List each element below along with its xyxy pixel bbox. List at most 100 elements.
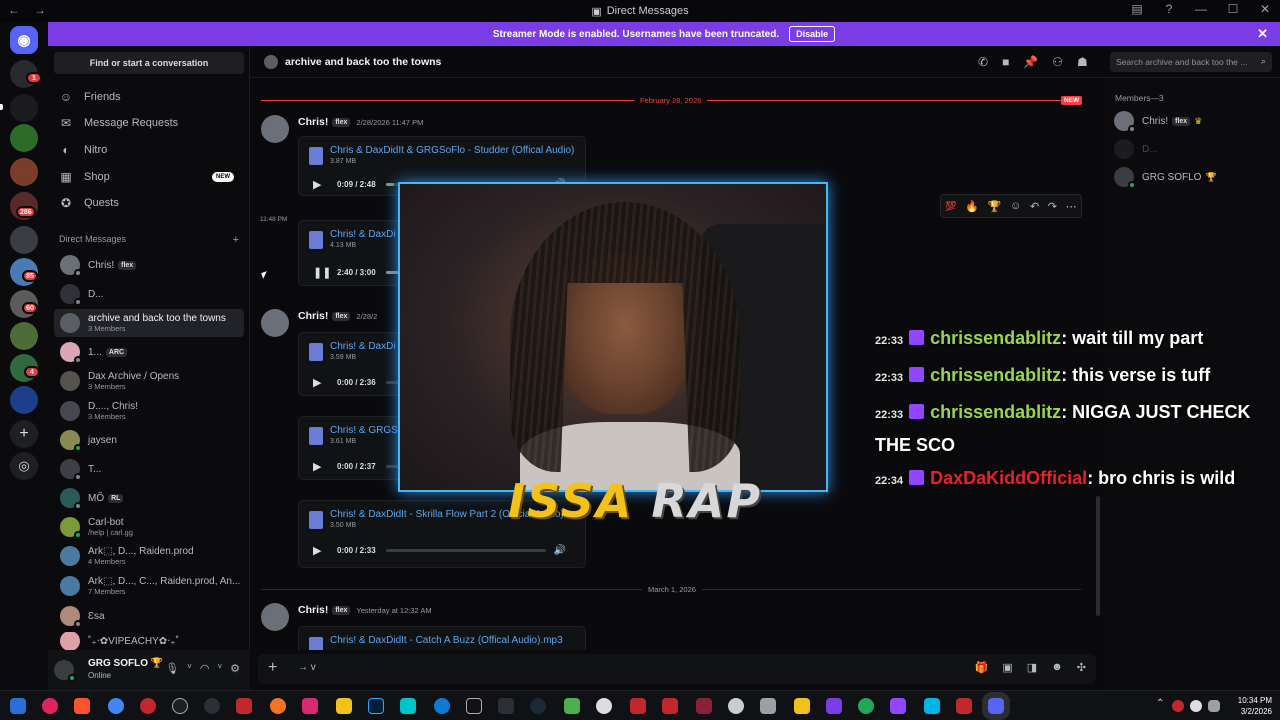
- system-clock[interactable]: 10:34 PM 3/2/2026: [1238, 695, 1272, 717]
- tray-icon[interactable]: [1208, 700, 1220, 712]
- dm-item[interactable]: T...: [54, 456, 244, 482]
- volume-icon[interactable]: 🔊: [554, 545, 566, 556]
- add-reaction-icon[interactable]: ☺: [1010, 200, 1021, 212]
- more-options-icon[interactable]: ⋯: [1066, 200, 1077, 213]
- chatgpt-icon[interactable]: [172, 698, 188, 714]
- edge-icon[interactable]: [434, 698, 450, 714]
- author-avatar[interactable]: [261, 309, 289, 337]
- maximize-icon[interactable]: ☐: [1224, 2, 1242, 16]
- app-icon[interactable]: [924, 698, 940, 714]
- dm-item[interactable]: Dax Archive / Opens 3 Members: [54, 368, 244, 394]
- brave-browser-icon[interactable]: [74, 698, 90, 714]
- discord-taskbar-icon[interactable]: [982, 692, 1010, 720]
- app-icon[interactable]: [956, 698, 972, 714]
- member-item[interactable]: D...: [1114, 139, 1158, 159]
- dm-item[interactable]: Ɛsa: [54, 603, 244, 629]
- server-icon[interactable]: [10, 322, 38, 350]
- photoshop-icon[interactable]: [368, 698, 384, 714]
- voice-call-icon[interactable]: ✆: [978, 55, 988, 69]
- create-dm-icon[interactable]: +: [233, 234, 239, 246]
- search-input[interactable]: Search archive and back too the ... ⌕: [1110, 52, 1272, 72]
- file-explorer-icon[interactable]: [794, 698, 810, 714]
- message-input-text[interactable]: → v: [298, 662, 316, 673]
- audio-progress[interactable]: [385, 548, 546, 552]
- find-conversation-button[interactable]: Find or start a conversation: [54, 52, 244, 74]
- file-name-link[interactable]: Chris & DaxDidIt & GRGSoFlo - Studder (O…: [330, 145, 580, 156]
- author-name[interactable]: Chris!: [298, 604, 328, 616]
- member-item[interactable]: Chris! flex ♛: [1114, 111, 1202, 133]
- headphones-icon[interactable]: ◠: [200, 662, 210, 675]
- folder-icon[interactable]: [336, 698, 352, 714]
- chevron-down-icon[interactable]: ˅: [187, 662, 192, 675]
- app-icon[interactable]: [728, 698, 744, 714]
- app-icon[interactable]: [630, 698, 646, 714]
- add-server-icon[interactable]: +: [10, 420, 38, 448]
- capcut-icon[interactable]: [466, 698, 482, 714]
- author-avatar[interactable]: [261, 115, 289, 143]
- nav-friends[interactable]: ☺ Friends: [58, 86, 238, 108]
- dm-item[interactable]: Chris! flex: [54, 252, 244, 278]
- app-icon[interactable]: [400, 698, 416, 714]
- windows-start-icon[interactable]: [10, 698, 26, 714]
- dm-item-selected[interactable]: archive and back too the towns 3 Members: [54, 309, 244, 337]
- app-icon[interactable]: [596, 698, 612, 714]
- file-name-link[interactable]: Chris! & DaxDidIt - Catch A Buzz (Offica…: [330, 635, 580, 646]
- dm-item[interactable]: D...: [54, 281, 244, 307]
- play-icon[interactable]: ▶: [313, 544, 327, 557]
- sticker-icon[interactable]: ◨: [1027, 661, 1037, 674]
- user-avatar[interactable]: [54, 660, 76, 682]
- tray-chevron-icon[interactable]: ⌃: [1156, 698, 1164, 709]
- gif-icon[interactable]: ▣: [1002, 661, 1012, 674]
- app-icon[interactable]: [236, 698, 252, 714]
- add-friends-icon[interactable]: ⚇: [1052, 55, 1063, 69]
- app-icon[interactable]: [498, 698, 514, 714]
- scrollbar[interactable]: [1096, 496, 1100, 616]
- nav-quests[interactable]: ✪ Quests: [58, 192, 238, 214]
- dm-item[interactable]: D...., Chris! 3 Members: [54, 398, 244, 424]
- server-icon[interactable]: [10, 94, 38, 122]
- trophy-emoji-icon[interactable]: 🏆: [988, 200, 1002, 213]
- forward-icon[interactable]: ↷: [1048, 200, 1057, 213]
- author-name[interactable]: Chris!: [298, 310, 328, 322]
- dm-item[interactable]: ⁠˚₊‧✿VIPEACHY✿‧₊˚: [54, 632, 244, 650]
- back-arrow-icon[interactable]: ←: [8, 3, 20, 17]
- help-icon[interactable]: ?: [1160, 2, 1178, 16]
- video-call-icon[interactable]: ■: [1002, 55, 1009, 69]
- media-player-icon[interactable]: [42, 698, 58, 714]
- minimize-icon[interactable]: —: [1192, 2, 1210, 16]
- hundred-emoji-icon[interactable]: 💯: [945, 201, 956, 212]
- app-icon[interactable]: [696, 698, 712, 714]
- fire-emoji-icon[interactable]: 🔥: [965, 200, 979, 213]
- close-window-icon[interactable]: ✕: [1256, 2, 1274, 16]
- tray-icon[interactable]: [1190, 700, 1202, 712]
- gift-icon[interactable]: 🎁: [975, 661, 989, 674]
- mic-icon[interactable]: 🎙: [165, 662, 179, 675]
- nav-nitro[interactable]: ◐ Nitro: [58, 139, 238, 161]
- chrome-icon[interactable]: [108, 698, 124, 714]
- inbox-button-icon[interactable]: ▤: [1128, 2, 1146, 16]
- disable-button[interactable]: Disable: [789, 26, 836, 42]
- steam-icon[interactable]: [530, 698, 546, 714]
- banner-close-icon[interactable]: ✕: [1257, 26, 1268, 42]
- channel-title[interactable]: archive and back too the towns: [285, 56, 441, 68]
- nav-message-requests[interactable]: ✉ Message Requests: [58, 112, 238, 134]
- app-icon[interactable]: [204, 698, 220, 714]
- upload-plus-icon[interactable]: +: [268, 659, 277, 677]
- app-icon[interactable]: [662, 698, 678, 714]
- pin-icon[interactable]: 📌: [1023, 55, 1038, 69]
- reply-icon[interactable]: ↶: [1030, 200, 1039, 213]
- server-icon[interactable]: [10, 158, 38, 186]
- play-icon[interactable]: ▶: [313, 460, 327, 473]
- message-input[interactable]: + → v 🎁 ▣ ◨ ☻ ✣: [258, 654, 1096, 684]
- author-name[interactable]: Chris!: [298, 116, 328, 128]
- explore-icon[interactable]: ◎: [10, 452, 38, 480]
- tray-icon[interactable]: [1172, 700, 1184, 712]
- capcut-icon[interactable]: [140, 698, 156, 714]
- server-icon[interactable]: [10, 386, 38, 414]
- app-icon[interactable]: [270, 698, 286, 714]
- phone-icon[interactable]: [858, 698, 874, 714]
- chevron-down-icon[interactable]: ˅: [217, 662, 222, 675]
- minecraft-icon[interactable]: [564, 698, 580, 714]
- discord-home-icon[interactable]: ◉: [10, 26, 38, 54]
- dm-item[interactable]: Ark⬚, D..., C..., Raiden.prod, An... 7 Me…: [54, 573, 244, 599]
